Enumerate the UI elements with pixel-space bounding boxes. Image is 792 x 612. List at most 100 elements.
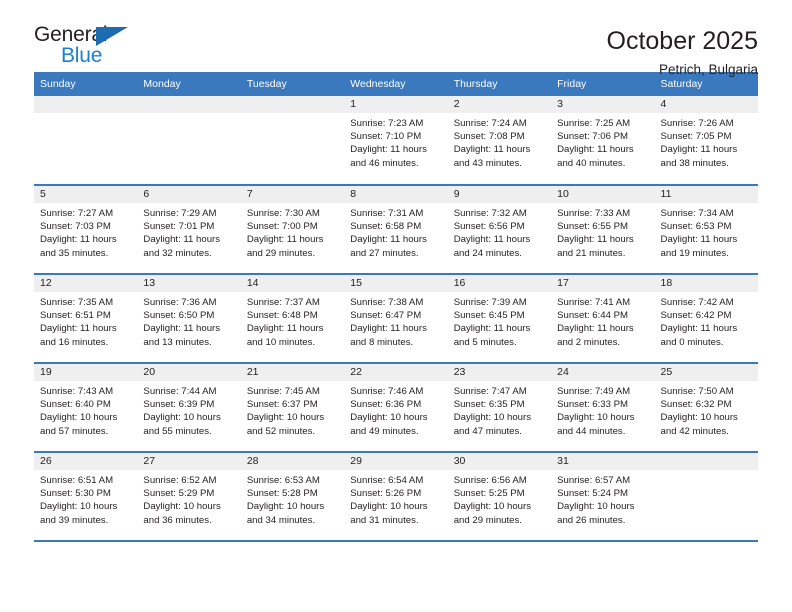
sunrise-text: Sunrise: 7:32 AM <box>453 208 527 219</box>
daylight-text: Daylight: 11 hours and 35 minutes. <box>40 234 117 259</box>
day-number: 12 <box>34 275 138 292</box>
day-number: 13 <box>137 275 241 292</box>
sunrise-text: Sunrise: 7:49 AM <box>557 386 631 397</box>
day-number <box>137 96 241 113</box>
sunset-text: Sunset: 5:30 PM <box>40 488 111 500</box>
day-number: 4 <box>654 96 758 113</box>
day-sun-info: Sunrise: 7:31 AM Sunset: 6:58 PM Daylight:… <box>344 203 447 260</box>
day-sun-info: Sunrise: 7:24 AM Sunset: 7:08 PM Daylight:… <box>448 113 551 170</box>
sunset-text: Sunset: 5:26 PM <box>350 488 422 500</box>
calendar-day-cell[interactable]: 20 Sunrise: 7:44 AM Sunset: 6:39 PM Dayligh… <box>137 363 241 453</box>
calendar-day-cell[interactable]: 26 Sunrise: 6:51 AM Sunset: 5:30 PM Dayligh… <box>34 452 138 542</box>
sunrise-text: Sunrise: 7:39 AM <box>453 297 527 308</box>
sunset-text: Sunset: 7:05 PM <box>660 131 732 143</box>
day-sun-info: Sunrise: 7:36 AM Sunset: 6:50 PM Daylight:… <box>137 292 240 349</box>
calendar-day-cell-empty <box>137 96 241 186</box>
weekday-header-thursday: Thursday <box>447 72 552 96</box>
calendar-day-cell[interactable]: 1 Sunrise: 7:23 AM Sunset: 7:10 PM Daylight… <box>344 96 448 186</box>
calendar-day-cell[interactable]: 4 Sunrise: 7:26 AM Sunset: 7:05 PM Daylight… <box>654 96 758 186</box>
daylight-text: Daylight: 11 hours and 40 minutes. <box>557 144 634 169</box>
sunset-text: Sunset: 7:00 PM <box>246 221 318 233</box>
calendar-day-cell[interactable]: 11 Sunrise: 7:34 AM Sunset: 6:53 PM Dayligh… <box>654 185 758 275</box>
calendar-day-cell[interactable]: 16 Sunrise: 7:39 AM Sunset: 6:45 PM Dayligh… <box>447 274 552 364</box>
daylight-text: Daylight: 10 hours and 26 minutes. <box>557 501 635 526</box>
day-number: 1 <box>344 96 448 113</box>
day-number: 26 <box>34 453 138 470</box>
day-number <box>34 96 138 113</box>
calendar-day-cell[interactable]: 13 Sunrise: 7:36 AM Sunset: 6:50 PM Dayligh… <box>137 274 241 364</box>
day-number: 8 <box>344 186 448 203</box>
day-number: 23 <box>447 364 552 381</box>
calendar-day-cell[interactable]: 28 Sunrise: 6:53 AM Sunset: 5:28 PM Dayligh… <box>240 452 345 542</box>
daylight-text: Daylight: 10 hours and 55 minutes. <box>143 412 221 437</box>
sunrise-text: Sunrise: 7:23 AM <box>350 118 424 129</box>
calendar-day-cell[interactable]: 21 Sunrise: 7:45 AM Sunset: 6:37 PM Dayligh… <box>240 363 345 453</box>
calendar-day-cell[interactable]: 23 Sunrise: 7:47 AM Sunset: 6:35 PM Dayligh… <box>447 363 552 453</box>
day-sun-info: Sunrise: 6:51 AM Sunset: 5:30 PM Daylight:… <box>34 470 137 527</box>
daylight-text: Daylight: 11 hours and 2 minutes. <box>557 323 634 348</box>
day-number: 15 <box>344 275 448 292</box>
day-sun-info: Sunrise: 7:50 AM Sunset: 6:32 PM Daylight:… <box>655 381 758 438</box>
calendar-week-row: 19 Sunrise: 7:43 AM Sunset: 6:40 PM Dayligh… <box>34 363 758 453</box>
calendar-day-cell[interactable]: 2 Sunrise: 7:24 AM Sunset: 7:08 PM Daylight… <box>447 96 552 186</box>
day-number: 21 <box>240 364 345 381</box>
calendar-day-cell[interactable]: 29 Sunrise: 6:54 AM Sunset: 5:26 PM Dayligh… <box>344 452 448 542</box>
daylight-text: Daylight: 11 hours and 29 minutes. <box>246 234 324 259</box>
daylight-text: Daylight: 11 hours and 19 minutes. <box>660 234 738 259</box>
calendar-day-cell[interactable]: 12 Sunrise: 7:35 AM Sunset: 6:51 PM Dayligh… <box>34 274 138 364</box>
calendar-day-cell[interactable]: 18 Sunrise: 7:42 AM Sunset: 6:42 PM Dayligh… <box>654 274 758 364</box>
sunset-text: Sunset: 7:03 PM <box>40 221 111 233</box>
day-sun-info: Sunrise: 7:43 AM Sunset: 6:40 PM Daylight:… <box>34 381 137 438</box>
calendar-day-cell[interactable]: 8 Sunrise: 7:31 AM Sunset: 6:58 PM Daylight… <box>344 185 448 275</box>
calendar-day-cell[interactable]: 15 Sunrise: 7:38 AM Sunset: 6:47 PM Dayligh… <box>344 274 448 364</box>
calendar-day-cell[interactable]: 30 Sunrise: 6:56 AM Sunset: 5:25 PM Dayligh… <box>447 452 552 542</box>
sunset-text: Sunset: 6:58 PM <box>350 221 422 233</box>
sunrise-text: Sunrise: 7:33 AM <box>557 208 631 219</box>
calendar-day-cell[interactable]: 10 Sunrise: 7:33 AM Sunset: 6:55 PM Dayligh… <box>551 185 655 275</box>
calendar-day-cell[interactable]: 7 Sunrise: 7:30 AM Sunset: 7:00 PM Daylight… <box>240 185 345 275</box>
calendar-day-cell[interactable]: 6 Sunrise: 7:29 AM Sunset: 7:01 PM Daylight… <box>137 185 241 275</box>
sunset-text: Sunset: 7:08 PM <box>453 131 525 143</box>
sunrise-text: Sunrise: 7:30 AM <box>246 208 320 219</box>
sunrise-text: Sunrise: 7:36 AM <box>143 297 217 308</box>
day-number: 31 <box>551 453 655 470</box>
day-sun-info: Sunrise: 7:30 AM Sunset: 7:00 PM Daylight:… <box>241 203 344 260</box>
sunrise-text: Sunrise: 7:34 AM <box>660 208 734 219</box>
weekday-header-sunday: Sunday <box>34 72 138 96</box>
day-sun-info: Sunrise: 7:29 AM Sunset: 7:01 PM Daylight:… <box>137 203 240 260</box>
calendar-day-cell[interactable]: 19 Sunrise: 7:43 AM Sunset: 6:40 PM Dayligh… <box>34 363 138 453</box>
day-number: 24 <box>551 364 655 381</box>
general-blue-logo[interactable]: General Blue <box>34 24 154 72</box>
sunrise-text: Sunrise: 7:29 AM <box>143 208 217 219</box>
calendar-body: 1 Sunrise: 7:23 AM Sunset: 7:10 PM Daylight… <box>34 96 758 542</box>
sunrise-text: Sunrise: 7:44 AM <box>143 386 217 397</box>
calendar-day-cell[interactable]: 14 Sunrise: 7:37 AM Sunset: 6:48 PM Dayligh… <box>240 274 345 364</box>
day-sun-info: Sunrise: 7:46 AM Sunset: 6:36 PM Daylight:… <box>344 381 447 438</box>
calendar-day-cell[interactable]: 9 Sunrise: 7:32 AM Sunset: 6:56 PM Daylight… <box>447 185 552 275</box>
calendar-day-cell[interactable]: 3 Sunrise: 7:25 AM Sunset: 7:06 PM Daylight… <box>551 96 655 186</box>
sunset-text: Sunset: 6:51 PM <box>40 310 111 322</box>
day-number: 19 <box>34 364 138 381</box>
sunset-text: Sunset: 6:32 PM <box>660 399 732 411</box>
calendar-day-cell[interactable]: 17 Sunrise: 7:41 AM Sunset: 6:44 PM Dayligh… <box>551 274 655 364</box>
sunrise-text: Sunrise: 6:53 AM <box>246 475 320 486</box>
day-sun-info: Sunrise: 7:37 AM Sunset: 6:48 PM Daylight:… <box>241 292 344 349</box>
daylight-text: Daylight: 10 hours and 49 minutes. <box>350 412 428 437</box>
calendar-day-cell[interactable]: 5 Sunrise: 7:27 AM Sunset: 7:03 PM Daylight… <box>34 185 138 275</box>
day-number: 22 <box>344 364 448 381</box>
day-number: 10 <box>551 186 655 203</box>
day-sun-info: Sunrise: 6:56 AM Sunset: 5:25 PM Daylight:… <box>448 470 551 527</box>
calendar-day-cell[interactable]: 24 Sunrise: 7:49 AM Sunset: 6:33 PM Dayligh… <box>551 363 655 453</box>
calendar-day-cell[interactable]: 25 Sunrise: 7:50 AM Sunset: 6:32 PM Dayligh… <box>654 363 758 453</box>
day-number: 11 <box>654 186 758 203</box>
calendar-day-cell[interactable]: 31 Sunrise: 6:57 AM Sunset: 5:24 PM Dayligh… <box>551 452 655 542</box>
day-number <box>654 453 758 470</box>
daylight-text: Daylight: 10 hours and 52 minutes. <box>246 412 325 437</box>
day-number: 30 <box>447 453 552 470</box>
day-number: 17 <box>551 275 655 292</box>
calendar-day-cell[interactable]: 27 Sunrise: 6:52 AM Sunset: 5:29 PM Dayligh… <box>137 452 241 542</box>
daylight-text: Daylight: 10 hours and 31 minutes. <box>350 501 428 526</box>
daylight-text: Daylight: 11 hours and 46 minutes. <box>350 144 427 169</box>
calendar-day-cell[interactable]: 22 Sunrise: 7:46 AM Sunset: 6:36 PM Dayligh… <box>344 363 448 453</box>
sunrise-text: Sunrise: 7:45 AM <box>246 386 320 397</box>
